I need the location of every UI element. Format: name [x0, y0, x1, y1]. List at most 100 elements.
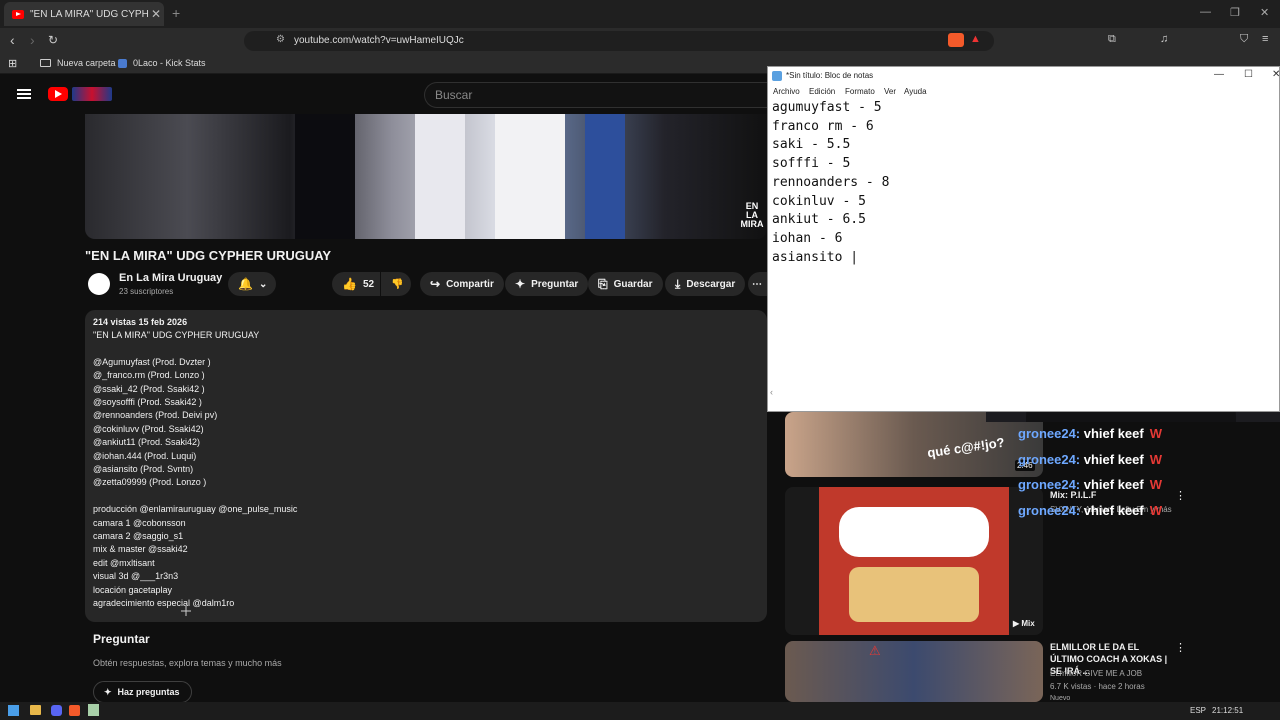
- notepad-text-area[interactable]: agumuyfast - 5 franco rm - 6 saki - 5.5 sof…: [772, 99, 889, 267]
- ask-questions-button[interactable]: ✦ Haz preguntas: [93, 681, 192, 703]
- restore-icon[interactable]: ❐: [1230, 6, 1240, 19]
- shield-icon[interactable]: ⛉: [1240, 33, 1248, 46]
- discord-icon[interactable]: [51, 705, 62, 716]
- apps-grid-icon[interactable]: ⊞: [8, 57, 17, 70]
- description-line: camara 2 @saggio_s1: [93, 531, 184, 541]
- menu-icon[interactable]: ≡: [1262, 33, 1268, 45]
- menu-ver[interactable]: Ver: [884, 87, 896, 96]
- minimize-icon[interactable]: —: [1200, 6, 1211, 18]
- extensions-icon[interactable]: ⧉: [1108, 33, 1116, 46]
- chat-username: gronee24:: [1018, 451, 1081, 467]
- video-description[interactable]: 214 vistas 15 feb 2026 "EN LA MIRA" UDG …: [85, 310, 767, 622]
- thumbnail-overlay-text: qué c@#!jo?: [926, 434, 1006, 461]
- chat-text: vhief keef: [1080, 477, 1144, 492]
- clock[interactable]: 21:12:51: [1212, 706, 1243, 715]
- bell-icon: 🔔: [238, 277, 253, 291]
- minimize-icon[interactable]: —: [1214, 69, 1224, 80]
- notepad-line: rennoanders - 8: [772, 174, 890, 190]
- media-icon[interactable]: ♫: [1160, 33, 1168, 45]
- search-input[interactable]: Buscar: [424, 82, 770, 108]
- description-line: @ankiut11 (Prod. Ssaki42): [93, 437, 201, 448]
- new-tab-button[interactable]: +: [172, 5, 180, 21]
- cartoon-characters: [849, 567, 979, 622]
- channel-avatar[interactable]: [88, 273, 110, 295]
- recommendation-views: 6.7 K vistas · hace 2 horas: [1050, 682, 1145, 691]
- notepad-window: *Sin título: Bloc de notas — ☐ ✕ Archivo…: [767, 66, 1280, 412]
- share-icon: ↪: [430, 277, 441, 291]
- browser-tab[interactable]: "EN LA MIRA" UDG CYPHER URUGUAY ✕: [4, 2, 164, 26]
- description-line: @_franco.rm (Prod. Lonzo ): [93, 370, 205, 381]
- notepad-taskbar-icon[interactable]: [88, 704, 99, 716]
- share-button[interactable]: ↪ Compartir: [420, 272, 504, 296]
- description-line: @ssaki_42 (Prod. Ssaki42 ): [93, 383, 205, 394]
- more-options-icon[interactable]: ⋮: [1175, 489, 1186, 502]
- tab-close-icon[interactable]: ✕: [148, 7, 164, 21]
- notification-bell-button[interactable]: 🔔 ⌄: [228, 272, 276, 296]
- save-button[interactable]: ⎘ Guardar: [588, 272, 663, 296]
- country-flag-logo: [72, 87, 112, 101]
- description-line: @cokinluvv (Prod. Ssaki42): [93, 423, 204, 434]
- recommendation-channel: ELmilloR GIVE ME A JOB: [1050, 669, 1143, 678]
- notepad-line: saki - 5.5: [772, 137, 851, 153]
- menu-formato[interactable]: Formato: [845, 87, 875, 96]
- notepad-line: iohan - 6: [772, 230, 843, 246]
- chat-username: gronee24:: [1018, 502, 1081, 518]
- chat-text: vhief keef: [1080, 426, 1144, 441]
- like-button[interactable]: 👍 52: [332, 272, 380, 296]
- video-figure: [295, 114, 355, 239]
- maximize-icon[interactable]: ☐: [1244, 69, 1253, 80]
- chat-message: gronee24: vhief keef W: [1018, 503, 1162, 518]
- video-figure: [585, 114, 625, 239]
- more-options-icon[interactable]: ⋮: [1175, 641, 1186, 654]
- menu-archivo[interactable]: Archivo: [773, 87, 800, 96]
- windows-start-icon[interactable]: [8, 705, 19, 716]
- more-actions-button[interactable]: ⋯: [748, 272, 768, 296]
- close-icon[interactable]: ✕: [1272, 69, 1280, 80]
- bookmark-folder[interactable]: Nueva carpeta: [40, 58, 116, 68]
- brave-rewards-icon[interactable]: ▲: [970, 33, 981, 45]
- video-watermark: EN LA MIRA: [740, 201, 764, 229]
- menu-ayuda[interactable]: Ayuda: [904, 87, 927, 96]
- back-icon[interactable]: ‹: [10, 32, 15, 48]
- tab-title: "EN LA MIRA" UDG CYPHER URUGUAY: [30, 8, 148, 20]
- dislike-button[interactable]: 👎: [381, 272, 411, 296]
- description-line: edit @mxltisant: [93, 557, 155, 568]
- chat-text: vhief keef: [1080, 502, 1144, 518]
- download-button[interactable]: ⤓ Descargar: [665, 272, 746, 296]
- notepad-line: agumuyfast - 5: [772, 100, 882, 115]
- bookmark-kick-stats[interactable]: 0Laco - Kick Stats: [118, 58, 206, 68]
- browser-tab-bar: "EN LA MIRA" UDG CYPHER URUGUAY ✕ + — ❐ …: [0, 0, 1280, 28]
- chat-tag: W: [1149, 502, 1163, 518]
- site-info-icon[interactable]: ⚙: [276, 34, 285, 45]
- hamburger-menu-icon[interactable]: [17, 89, 31, 99]
- recommendation-thumbnail[interactable]: ▶ Mix: [785, 487, 1043, 635]
- recommendation-thumbnail[interactable]: ⚠: [785, 641, 1043, 702]
- channel-name[interactable]: En La Mira Uruguay: [119, 272, 222, 284]
- new-badge: Nuevo: [1050, 695, 1071, 702]
- chat-tag: W: [1149, 477, 1163, 492]
- input-language[interactable]: ESP: [1190, 706, 1206, 715]
- taskbar: ESP 21:12:51: [0, 702, 1280, 720]
- menu-edicion[interactable]: Edición: [809, 87, 835, 96]
- file-explorer-icon[interactable]: [30, 705, 41, 715]
- video-player[interactable]: [85, 114, 767, 239]
- reload-icon[interactable]: ↻: [48, 33, 58, 47]
- description-line: @zetta09999 (Prod. Lonzo ): [93, 477, 207, 488]
- ask-button[interactable]: ✦ Preguntar: [505, 272, 589, 296]
- crosshair-cursor-icon: [181, 606, 191, 616]
- thumbs-down-icon: 👎: [391, 278, 404, 290]
- thumbs-up-icon: 👍: [342, 277, 357, 291]
- brave-shield-icon[interactable]: [948, 33, 964, 47]
- description-line: camara 1 @cobonsson: [93, 517, 186, 528]
- url-bar[interactable]: youtube.com/watch?v=uwHameIUQJc: [244, 31, 994, 51]
- youtube-logo-icon[interactable]: [48, 87, 68, 101]
- download-icon: ⤓: [675, 276, 681, 291]
- chat-text: vhief keef: [1080, 451, 1144, 467]
- scroll-left-icon[interactable]: ‹: [770, 387, 773, 397]
- pilf-cover-art: [819, 487, 1009, 635]
- brave-icon[interactable]: [69, 705, 80, 716]
- close-window-icon[interactable]: ✕: [1260, 6, 1269, 19]
- description-line: mix & master @ssaki42: [93, 544, 188, 555]
- description-line: @soysofffi (Prod. Ssaki42 ): [93, 397, 202, 407]
- forward-icon[interactable]: ›: [30, 32, 35, 48]
